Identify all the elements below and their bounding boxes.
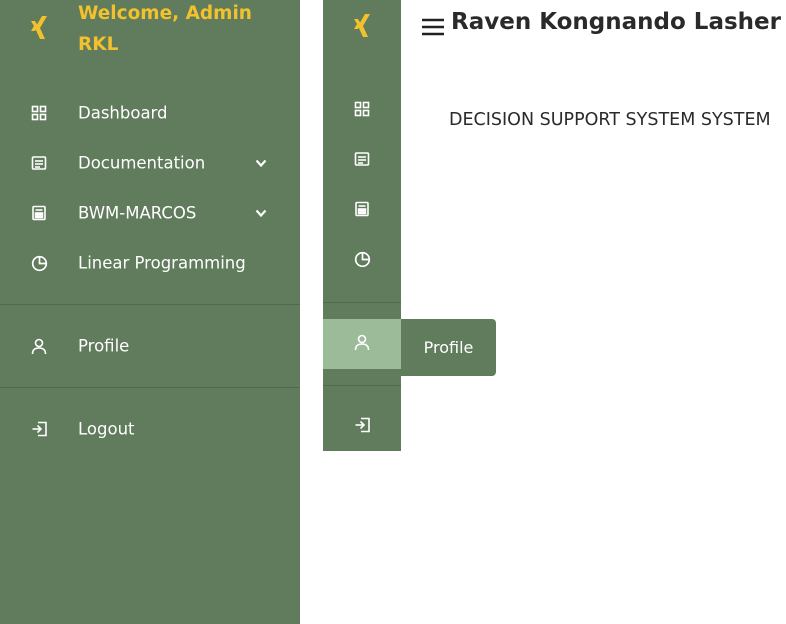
sidebar-item-label: Logout: [78, 419, 135, 439]
mini-item-documentation[interactable]: [323, 139, 401, 183]
pie-chart-icon: [30, 254, 48, 272]
chevron-down-icon[interactable]: [253, 155, 269, 171]
profile-tooltip: Profile: [401, 319, 496, 376]
xing-logo-icon[interactable]: [350, 12, 374, 40]
user-icon: [30, 337, 48, 355]
mini-item-linear-programming[interactable]: [323, 239, 401, 283]
sidebar: Welcome, Admin RKL Dashboard Documentati…: [0, 0, 300, 624]
page-title: Raven Kongnando Lasher: [451, 9, 781, 35]
sidebar-item-label: Profile: [78, 336, 130, 356]
mini-sidebar-divider: [323, 385, 401, 386]
sidebar-item-bwm-marcos[interactable]: BWM-MARCOS: [0, 191, 300, 235]
mini-item-bwm-marcos[interactable]: [323, 189, 401, 233]
calculator-icon: [30, 204, 48, 222]
sidebar-item-profile[interactable]: Profile: [0, 324, 300, 368]
dashboard-icon: [30, 104, 48, 122]
sidebar-item-label: Documentation: [78, 153, 206, 173]
sidebar-item-dashboard[interactable]: Dashboard: [0, 91, 300, 135]
logout-icon: [354, 417, 371, 437]
document-icon: [354, 151, 370, 171]
xing-logo-icon[interactable]: [27, 14, 51, 42]
content-heading: DECISION SUPPORT SYSTEM SYSTEM: [449, 110, 771, 130]
sidebar-divider: [0, 304, 300, 305]
mini-sidebar-divider: [323, 302, 401, 303]
calculator-icon: [354, 201, 370, 221]
sidebar-brand: Welcome, Admin RKL: [0, 0, 300, 70]
mini-item-profile[interactable]: [323, 319, 401, 369]
tooltip-label: Profile: [423, 338, 474, 357]
pie-chart-icon: [354, 251, 371, 272]
sidebar-item-linear-programming[interactable]: Linear Programming: [0, 241, 300, 285]
logout-icon: [30, 420, 48, 438]
hamburger-menu-icon[interactable]: [421, 15, 445, 39]
app-root: Welcome, Admin RKL Dashboard Documentati…: [0, 0, 786, 624]
sidebar-item-documentation[interactable]: Documentation: [0, 141, 300, 185]
welcome-text: Welcome, Admin RKL: [78, 3, 252, 55]
sidebar-item-label: Linear Programming: [78, 253, 246, 273]
mini-sidebar: [323, 0, 401, 451]
sidebar-item-label: Dashboard: [78, 103, 168, 123]
document-icon: [30, 154, 48, 172]
dashboard-icon: [354, 101, 370, 121]
mini-item-logout[interactable]: [323, 405, 401, 449]
sidebar-item-logout[interactable]: Logout: [0, 407, 300, 451]
mini-item-dashboard[interactable]: [323, 89, 401, 133]
chevron-down-icon[interactable]: [253, 205, 269, 221]
sidebar-item-label: BWM-MARCOS: [78, 203, 197, 223]
user-icon: [354, 334, 370, 355]
sidebar-divider: [0, 387, 300, 388]
